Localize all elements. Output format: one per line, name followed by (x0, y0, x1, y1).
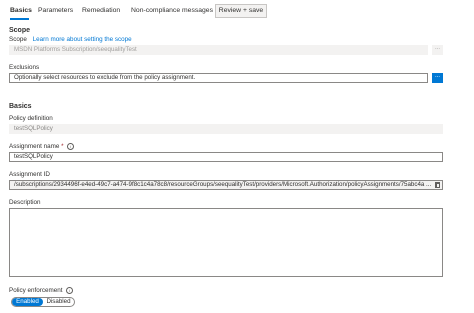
required-marker: * (61, 143, 64, 151)
policy-enforcement-label: Policy enforcement (9, 287, 63, 295)
scope-browse-button: ... (432, 45, 443, 55)
scope-field: MSDN Platforms Subscription/seequalityTe… (9, 45, 428, 55)
tab-basics[interactable]: Basics (10, 4, 32, 18)
assignment-name-label: Assignment name (9, 143, 60, 151)
description-textarea[interactable] (9, 208, 443, 277)
basics-section-title: Basics (9, 103, 32, 110)
assignment-name-input[interactable]: testSQLPolicy (9, 152, 443, 162)
scope-label: Scope (9, 36, 27, 43)
assignment-id-value: /subscriptions/2934496f-e4ed-49c7-a474-9… (14, 181, 432, 188)
tab-remediation[interactable]: Remediation (82, 4, 120, 18)
disabled-option[interactable]: Disabled (43, 298, 74, 306)
exclusions-field[interactable]: Optionally select resources to exclude f… (9, 73, 428, 83)
scope-label-row: Scope Learn more about setting the scope (9, 36, 132, 43)
policy-enforcement-toggle[interactable]: Enabled Disabled (11, 297, 75, 307)
scope-section-title: Scope (9, 27, 31, 34)
scope-learn-more-link[interactable]: Learn more about setting the scope (33, 36, 132, 43)
policy-definition-label: Policy definition (9, 115, 53, 122)
enabled-option[interactable]: Enabled (12, 298, 43, 306)
assignment-id-field[interactable]: /subscriptions/2934496f-e4ed-49c7-a474-9… (9, 180, 443, 190)
policy-definition-field: testSQLPolicy (9, 124, 443, 134)
tab-non-compliance-messages[interactable]: Non-compliance messages (131, 4, 213, 18)
description-label: Description (9, 199, 41, 206)
exclusions-label: Exclusions (9, 64, 40, 71)
info-icon[interactable]: i (66, 287, 74, 294)
copy-icon[interactable] (435, 182, 440, 188)
tab-parameters[interactable]: Parameters (38, 4, 73, 18)
exclusions-browse-button[interactable]: ... (432, 73, 443, 83)
tab-review-save[interactable]: Review + save (215, 4, 267, 18)
assignment-name-label-row: Assignment name * i (9, 143, 75, 151)
assignment-id-label: Assignment ID (9, 171, 50, 178)
wizard-tabs: Basics Parameters Remediation Non-compli… (0, 0, 474, 22)
info-icon[interactable]: i (67, 143, 75, 150)
policy-enforcement-label-row: Policy enforcement i (9, 287, 74, 295)
active-tab-indicator (10, 18, 29, 20)
